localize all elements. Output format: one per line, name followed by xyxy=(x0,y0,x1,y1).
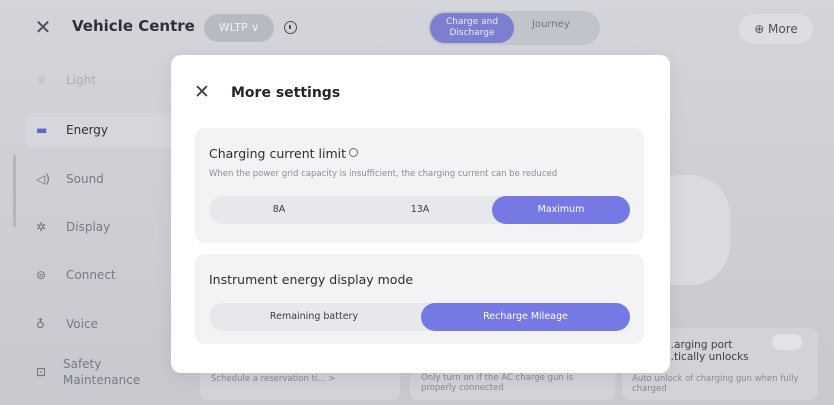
charging-current-limit-description: When the power grid capacity is insuffic… xyxy=(209,169,558,179)
sidebar: ☼ Light ▬ Energy ◁) Sound ✲ Display ⊜ Co… xyxy=(0,58,190,405)
light-icon: ☼ xyxy=(36,73,47,87)
close-icon[interactable]: ✕ xyxy=(188,78,216,106)
sidebar-item-label: Voice xyxy=(66,317,98,331)
page-title: Vehicle Centre xyxy=(72,17,195,35)
option-8a[interactable]: 8A xyxy=(209,196,349,224)
connect-icon: ⊜ xyxy=(36,268,47,282)
energy-icon: ▬ xyxy=(36,123,48,137)
safety-icon: ⊡ xyxy=(36,365,47,379)
energy-display-mode-title: Instrument energy display mode xyxy=(209,272,414,287)
wltp-dropdown[interactable]: WLTP ∨ xyxy=(204,14,274,42)
charging-current-limit-title: Charging current limit xyxy=(209,146,359,161)
sidebar-item-light[interactable]: ☼ Light xyxy=(26,63,176,97)
ac-charge-card-text: Only turn on if the AC charge gun is pro… xyxy=(421,373,574,393)
sidebar-item-voice[interactable]: ♁ Voice xyxy=(26,307,176,341)
sidebar-item-display[interactable]: ✲ Display xyxy=(26,210,176,244)
sidebar-item-label: Safety Maintenance xyxy=(62,357,141,387)
sidebar-item-label: Light xyxy=(66,73,96,87)
display-icon: ✲ xyxy=(36,220,47,234)
sidebar-item-safety-maintenance[interactable]: ⊡ Safety Maintenance xyxy=(26,350,166,394)
option-recharge-mileage[interactable]: Recharge Mileage xyxy=(421,303,630,331)
sidebar-item-connect[interactable]: ⊜ Connect xyxy=(26,258,176,292)
tab-charge-and-discharge[interactable]: Charge and Discharge xyxy=(430,13,514,43)
auto-unlock-card-title: ...arging port ...tically unlocks xyxy=(664,339,749,363)
more-button[interactable]: ⊕ More xyxy=(739,14,813,44)
modal-title: More settings xyxy=(231,85,341,101)
sidebar-item-label: Display xyxy=(66,220,111,234)
sound-icon: ◁) xyxy=(36,172,50,186)
sidebar-scrollbar[interactable] xyxy=(13,155,16,227)
sidebar-item-energy[interactable]: ▬ Energy xyxy=(26,113,176,147)
energy-display-mode-selector: Remaining battery Recharge Mileage xyxy=(209,303,630,331)
schedule-card-text: Schedule a reservation ti... > xyxy=(211,374,336,384)
option-13a[interactable]: 13A xyxy=(349,196,491,224)
sidebar-item-label: Connect xyxy=(66,268,116,282)
help-icon[interactable] xyxy=(349,148,359,157)
sidebar-item-label: Energy xyxy=(66,123,109,137)
auto-unlock-toggle[interactable] xyxy=(772,334,802,350)
sidebar-item-sound[interactable]: ◁) Sound xyxy=(26,162,176,196)
tab-journey[interactable]: Journey xyxy=(532,19,570,30)
auto-unlock-card-text: Auto unlock of charging gun when fully c… xyxy=(632,374,799,394)
sidebar-item-label: Sound xyxy=(66,172,104,186)
option-maximum[interactable]: Maximum xyxy=(492,196,630,224)
charging-current-limit-label: Charging current limit xyxy=(209,146,347,161)
option-remaining-battery[interactable]: Remaining battery xyxy=(209,303,419,331)
close-icon[interactable]: ✕ xyxy=(30,14,56,40)
info-icon[interactable] xyxy=(284,21,297,34)
charging-current-selector: 8A 13A Maximum xyxy=(209,196,630,224)
top-bar: ✕ Vehicle Centre WLTP ∨ Charge and Disch… xyxy=(0,0,834,58)
voice-icon: ♁ xyxy=(36,317,45,331)
